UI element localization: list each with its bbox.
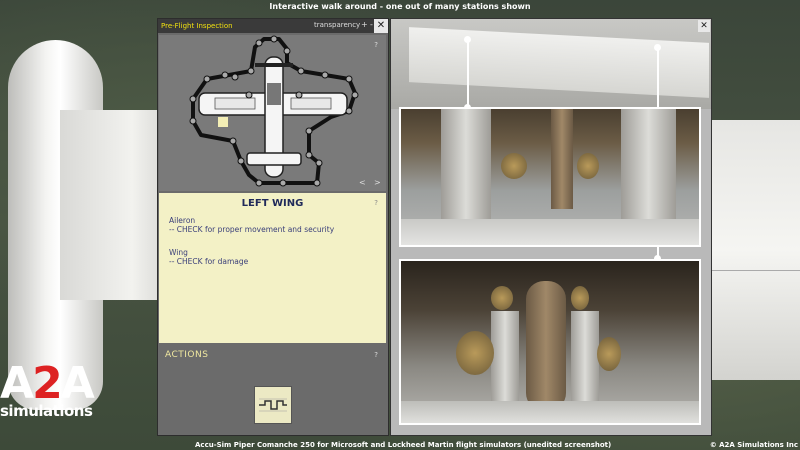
transparency-minus-button[interactable]: -: [370, 20, 373, 29]
move-aileron-action-button[interactable]: [254, 386, 292, 424]
transparency-plus-button[interactable]: +: [361, 20, 368, 29]
checklist-help-icon[interactable]: ?: [374, 199, 378, 207]
hinge-arm: [551, 109, 573, 209]
bottom-caption: Accu-Sim Piper Comanche 250 for Microsof…: [195, 441, 612, 449]
a2a-logo-mark: A2A: [0, 358, 95, 409]
a2a-logo: A2A simulations: [0, 362, 100, 419]
transparency-label: transparency: [314, 21, 361, 29]
aircraft-station-diagram[interactable]: ? < >: [159, 35, 386, 191]
hinge-closeup-photo-2: [399, 259, 701, 425]
preflight-inspection-panel: Pre-Flight Inspection transparency + - ✕…: [157, 18, 389, 436]
photo-close-button[interactable]: ✕: [698, 20, 710, 32]
actions-title: ACTIONS: [165, 350, 209, 360]
callout-leader-line: [657, 49, 659, 107]
hinge-nut: [577, 153, 599, 179]
hinge-bolt-upper: [491, 286, 513, 310]
panel-close-button[interactable]: ✕: [374, 19, 388, 33]
checklist-item-line: -- CHECK for proper movement and securit…: [169, 225, 335, 234]
callout-dot: [464, 36, 471, 43]
checklist-item: Aileron -- CHECK for proper movement and…: [169, 216, 376, 234]
actions-section: ACTIONS ?: [159, 345, 386, 434]
panel-title: Pre-Flight Inspection: [161, 22, 233, 30]
hinge-bolt: [501, 153, 527, 179]
actions-help-icon[interactable]: ?: [374, 351, 378, 359]
checklist-title: LEFT WING: [241, 198, 304, 209]
checklist-item: Wing -- CHECK for damage: [169, 248, 376, 266]
station-photo-window: ✕: [390, 18, 712, 436]
spar-plate: [401, 401, 699, 423]
next-station-button[interactable]: >: [374, 178, 381, 187]
current-station-marker[interactable]: [218, 117, 228, 127]
aircraft-wing-right: [700, 120, 800, 380]
hinge-nut: [597, 337, 621, 371]
panel-titlebar[interactable]: Pre-Flight Inspection transparency + - ✕: [158, 19, 388, 33]
callout-dot: [654, 44, 661, 51]
spar-plate: [401, 219, 699, 245]
callout-leader-line: [467, 41, 469, 107]
walkaround-map: [189, 35, 359, 187]
copyright-text: © A2A Simulations Inc: [709, 441, 798, 449]
hinge-nut-upper: [571, 286, 589, 310]
a2a-logo-text: simulations: [0, 402, 93, 420]
station-checklist: ? LEFT WING Aileron -- CHECK for proper …: [159, 193, 386, 343]
hinge-rod-end: [526, 281, 566, 411]
checklist-item-heading: Wing: [169, 248, 188, 257]
checklist-item-heading: Aileron: [169, 216, 196, 225]
hinge-closeup-photo-1: [399, 107, 701, 247]
top-caption: Interactive walk around - one out of man…: [269, 2, 531, 11]
diagram-help-icon[interactable]: ?: [374, 41, 378, 49]
checklist-item-line: -- CHECK for damage: [169, 257, 249, 266]
prev-station-button[interactable]: <: [359, 178, 366, 187]
aileron-wave-icon: [259, 398, 287, 412]
hinge-bolt: [456, 331, 494, 375]
